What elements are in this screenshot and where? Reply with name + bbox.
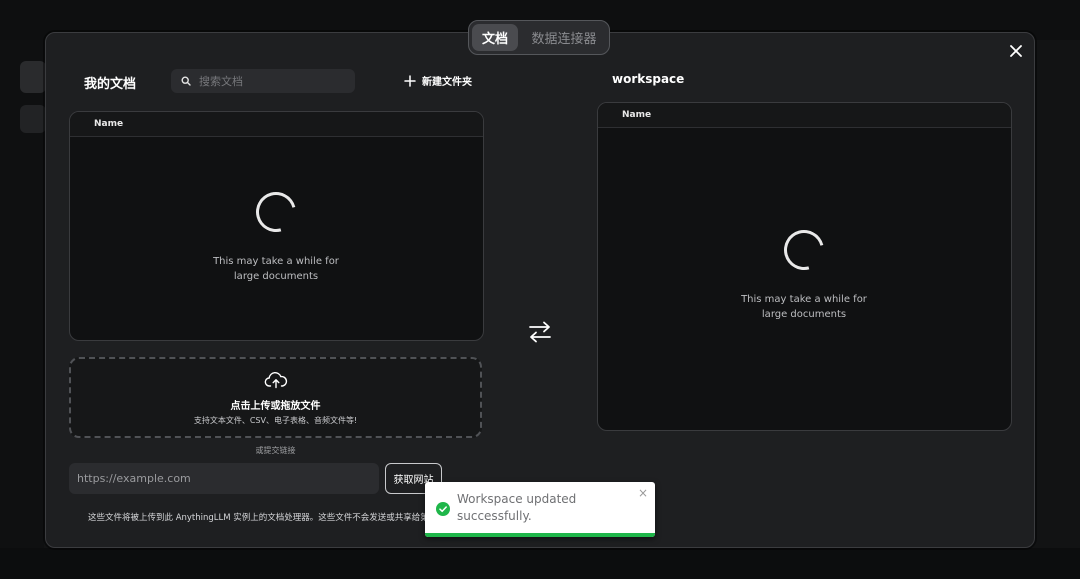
upload-footnote: 这些文件将被上传到此 AnythingLLM 实例上的文档处理器。这些文件不会发… [88,513,428,523]
success-toast: Workspace updated successfully. × [425,482,655,537]
tab-documents[interactable]: 文档 [472,24,518,51]
background-chip [20,61,46,93]
loading-line: This may take a while for [741,294,867,305]
background-bottom-bar [0,548,1080,579]
file-dropzone[interactable]: 点击上传或拖放文件 支持文本文件、CSV、电子表格、音频文件等! [69,357,482,438]
tab-data-connectors[interactable]: 数据连接器 [524,24,604,51]
loading-line: large documents [233,271,319,282]
new-folder-label: 新建文件夹 [422,77,472,88]
search-icon [181,76,191,86]
close-icon[interactable] [1007,42,1025,60]
check-circle-icon [436,502,450,516]
loading-line: large documents [761,309,847,320]
background-chip [20,105,46,133]
url-input[interactable] [69,463,379,494]
plus-icon [404,74,416,87]
my-documents-panel: Name This may take a while for large doc… [69,111,484,341]
modal-tabs: 文档 数据连接器 [468,20,610,55]
search-input[interactable] [197,73,351,89]
toast-progress-bar [425,533,655,537]
loading-spinner [776,222,832,278]
loading-message: This may take a while for large document… [176,254,376,284]
dropzone-title: 点击上传或拖放文件 [230,401,321,412]
dropzone-subtitle: 支持文本文件、CSV、电子表格、音频文件等! [193,416,358,425]
name-column-header: Name [70,112,483,137]
cloud-upload-icon [264,372,288,389]
my-documents-title: 我的文档 [84,77,137,92]
toast-close-icon[interactable]: × [638,486,648,500]
document-search[interactable] [171,69,355,93]
loading-spinner [248,184,304,240]
new-folder-button[interactable]: 新建文件夹 [404,73,472,88]
workspace-title: workspace [612,72,685,86]
loading-line: This may take a while for [213,256,339,267]
workspace-documents-panel: Name This may take a while for large doc… [597,102,1012,431]
toast-message: Workspace updated successfully. [457,492,577,523]
name-column-header: Name [598,103,1011,128]
swap-arrows-icon[interactable] [528,320,552,348]
or-submit-link-label: 或提交链接 [255,446,296,455]
loading-message: This may take a while for large document… [704,292,904,322]
